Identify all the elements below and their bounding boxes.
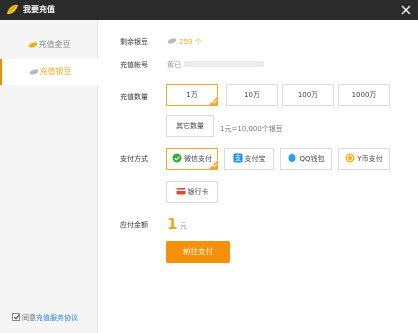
payment-method-label: 银行卡 xyxy=(187,188,209,196)
quantity-other-label: 其它数量 xyxy=(176,122,204,130)
window-title: 我要充值 xyxy=(23,5,55,14)
quantity-option-1w[interactable]: 1万 xyxy=(166,84,218,106)
title-bar: 我要充值 xyxy=(0,0,418,20)
account-value-text: 黄已 xyxy=(167,61,181,69)
silver-bean-icon xyxy=(29,68,38,75)
payment-method-label: 微信支付 xyxy=(184,155,212,163)
quantity-option-100w[interactable]: 100万 xyxy=(282,84,334,106)
payment-method-label: 支付宝 xyxy=(244,155,266,163)
payment-alipay[interactable]: 支 支付宝 xyxy=(224,148,274,170)
bank-card-icon xyxy=(176,188,185,195)
alipay-icon: 支 xyxy=(233,153,242,163)
quantity-option-1000w[interactable]: 1000万 xyxy=(338,84,390,106)
account-blurred xyxy=(184,61,264,67)
sidebar-item-gold-beans[interactable]: 充值金豆 xyxy=(0,32,98,58)
close-icon[interactable] xyxy=(400,4,412,16)
payment-ycoin[interactable]: Y币支付 xyxy=(338,148,390,170)
ycoin-icon xyxy=(345,153,355,163)
quantity-option-label: 1000万 xyxy=(351,91,377,99)
go-to-pay-button[interactable]: 前往支付 xyxy=(166,241,230,263)
agreement-prefix: 同意 xyxy=(22,314,36,322)
payment-wechat[interactable]: 微信支付 xyxy=(166,148,218,170)
balance-value: 250 个 xyxy=(167,37,202,47)
account-label: 充值帐号 xyxy=(120,61,148,69)
amount-value: 1 xyxy=(167,215,178,233)
amount-unit: 元 xyxy=(180,222,187,230)
wechat-icon xyxy=(172,153,182,163)
gold-bean-icon xyxy=(28,41,37,48)
payment-method-label: QQ钱包 xyxy=(299,155,325,163)
service-agreement-link[interactable]: 充值服务协议 xyxy=(36,314,78,322)
sidebar: 充值金豆 充值银豆 同意充值服务协议 xyxy=(0,20,98,333)
payment-method-label: Y币支付 xyxy=(357,155,383,163)
quantity-option-10w[interactable]: 10万 xyxy=(226,84,278,106)
amount-label: 应付金额 xyxy=(120,221,148,229)
payment-label: 支付方式 xyxy=(120,155,148,163)
balance-value-text: 250 个 xyxy=(179,38,202,46)
balance-label: 剩余银豆 xyxy=(120,38,148,46)
main-panel: 剩余银豆 250 个 充值帐号 黄已 充值数量 1万 10万 100万 1000… xyxy=(98,20,418,333)
quantity-option-label: 1万 xyxy=(186,91,198,99)
sidebar-item-silver-beans[interactable]: 充值银豆 xyxy=(0,59,98,85)
exchange-rate-note: 1元=10,000个银豆 xyxy=(220,125,283,133)
sidebar-item-label: 充值金豆 xyxy=(38,40,71,49)
bean-logo-icon xyxy=(7,4,18,15)
agreement-checkbox[interactable] xyxy=(12,313,20,321)
payment-qq-wallet[interactable]: QQ钱包 xyxy=(280,148,332,170)
sidebar-item-label: 充值银豆 xyxy=(39,67,72,76)
payment-bank-card[interactable]: 银行卡 xyxy=(166,181,218,203)
svg-text:支: 支 xyxy=(234,154,241,163)
quantity-other-input[interactable]: 其它数量 xyxy=(166,115,214,137)
quantity-label: 充值数量 xyxy=(120,93,148,101)
qq-wallet-icon xyxy=(288,154,296,162)
silver-bean-icon xyxy=(167,38,177,44)
quantity-option-label: 100万 xyxy=(297,91,319,99)
account-value: 黄已 xyxy=(167,60,264,70)
quantity-option-label: 10万 xyxy=(244,91,260,99)
agreement-row: 同意充值服务协议 xyxy=(12,313,78,323)
